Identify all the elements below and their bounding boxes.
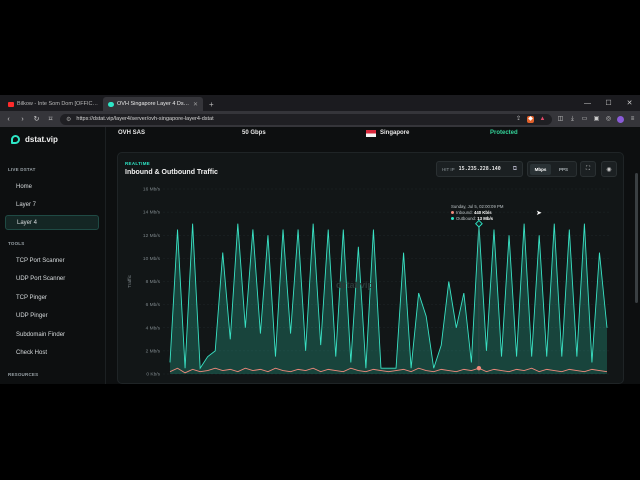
site-logo[interactable]: dstat.vip: [11, 135, 58, 144]
close-window-icon[interactable]: ✕: [619, 95, 640, 111]
toggle-pps[interactable]: PPS: [553, 164, 574, 175]
url-field[interactable]: ⚙ https://dstat.vip/layer4/server/ovh-si…: [60, 113, 552, 125]
url-text: https://dstat.vip/layer4/server/ovh-sing…: [76, 116, 214, 122]
share-icon[interactable]: ⇪: [515, 116, 522, 123]
sidebar-item-layer7[interactable]: Layer 7: [5, 197, 99, 212]
status-badge: Protected: [490, 130, 518, 136]
location-text: Singapore: [380, 130, 410, 136]
brave-shield-icon[interactable]: ◆: [527, 115, 534, 123]
outbound-area: [170, 223, 607, 374]
youtube-favicon-icon: [8, 101, 14, 107]
y-axis-label: Traffic: [127, 274, 133, 288]
toggle-mbps[interactable]: Mbps: [530, 163, 551, 175]
sidebar-item-subdomain-finder[interactable]: Subdomain Finder: [5, 327, 99, 342]
reload-icon[interactable]: ↻: [32, 115, 41, 123]
sidebar-item-udp-pinger[interactable]: UDP Pinger: [5, 308, 99, 323]
sidebar-item-check-host[interactable]: Check Host: [5, 345, 99, 360]
tab-youtube[interactable]: Bilkow - Inte Som Dom [OFFICIAL...: [3, 97, 103, 111]
sidebar-item-tcp-pinger[interactable]: TCP Pinger: [5, 290, 99, 305]
tooltip-inbound-label: Inbound:: [456, 210, 473, 215]
y-tick-label: 14 Mb/s: [143, 210, 161, 216]
tooltip-outbound-label: Outbound:: [456, 216, 477, 221]
hit-ip-value: 15.235.228.140: [458, 166, 501, 172]
tab-title: OVH Singapore Layer 4 Dstat Gr...: [117, 101, 190, 107]
wallet-icon[interactable]: ▣: [593, 116, 600, 123]
y-tick-label: 10 Mb/s: [143, 256, 161, 262]
inbound-dot-icon: [451, 211, 454, 214]
y-tick-label: 2 Mb/s: [146, 348, 161, 354]
y-tick-label: 6 Mb/s: [146, 302, 161, 308]
dstat-favicon-icon: [108, 101, 114, 107]
extension-icon[interactable]: ◫: [557, 116, 564, 123]
realtime-label: REALTIME: [125, 161, 151, 166]
section-live-dstat: LIVE DSTAT: [8, 167, 36, 172]
server-info: OVH SAS 50 Gbps Singapore Protected: [118, 127, 628, 139]
dstat-logo-icon: [11, 135, 20, 144]
unit-toggle: Mbps PPS: [527, 161, 577, 177]
chart-watermark: dstat.vip: [336, 280, 374, 290]
menu-icon[interactable]: ≡: [629, 116, 636, 123]
provider: OVH SAS: [118, 130, 146, 136]
back-icon[interactable]: ‹: [4, 116, 13, 123]
sidebar: dstat.vip LIVE DSTAT Home Layer 7 Layer …: [0, 127, 106, 384]
tooltip-outbound: Outbound: 13 Mb/s: [451, 216, 503, 222]
y-tick-label: 8 Mb/s: [146, 279, 161, 285]
tooltip-outbound-value: 13 Mb/s: [477, 216, 494, 221]
section-resources: RESOURCES: [8, 372, 39, 377]
sidebar-item-home[interactable]: Home: [5, 179, 99, 194]
hit-ip-box: HIT IP 15.235.228.140 ⧉: [436, 161, 523, 177]
sidebar-item-layer4[interactable]: Layer 4: [5, 215, 99, 230]
download-icon[interactable]: ⤓: [569, 116, 576, 123]
inbound-hover-marker: [476, 366, 482, 371]
main-content: OVH SAS 50 Gbps Singapore Protected REAL…: [106, 127, 640, 384]
tooltip-inbound-value: 440 Kb/s: [473, 210, 492, 215]
hit-ip-label: HIT IP: [442, 166, 455, 172]
y-tick-label: 16 Mb/s: [143, 187, 161, 193]
window-controls: — ☐ ✕: [577, 95, 640, 111]
y-tick-label: 12 Mb/s: [143, 233, 161, 239]
sidebar-item-udp-port-scanner[interactable]: UDP Port Scanner: [5, 271, 99, 286]
singapore-flag-icon: [366, 129, 376, 137]
outbound-dot-icon: [451, 217, 454, 220]
brave-rewards-icon[interactable]: ▲: [539, 116, 546, 123]
close-tab-icon[interactable]: ✕: [193, 101, 198, 108]
fullscreen-icon: ⛶: [585, 165, 591, 172]
leo-icon[interactable]: [617, 115, 624, 123]
sidebar-item-tcp-port-scanner[interactable]: TCP Port Scanner: [5, 253, 99, 268]
traffic-card: REALTIME Inbound & Outbound Traffic HIT …: [117, 152, 624, 384]
tab-bar: Bilkow - Inte Som Dom [OFFICIAL... OVH S…: [0, 95, 640, 111]
page-scrollbar[interactable]: [635, 173, 638, 303]
mouse-cursor-icon: ➤: [536, 210, 542, 217]
sidebar-toggle-icon[interactable]: ▭: [581, 116, 588, 123]
section-tools: TOOLS: [8, 241, 25, 246]
logo-text: dstat.vip: [25, 135, 58, 144]
copy-icon[interactable]: ⧉: [513, 166, 517, 173]
dstat-site: dstat.vip LIVE DSTAT Home Layer 7 Layer …: [0, 127, 640, 384]
y-tick-label: 4 Mb/s: [146, 325, 161, 331]
site-info-icon[interactable]: ⚙: [66, 116, 71, 123]
screenshot-button[interactable]: ◉: [601, 161, 617, 177]
address-bar: ‹ › ↻ ⌑ ⚙ https://dstat.vip/layer4/serve…: [0, 111, 640, 127]
tab-title: Bilkow - Inte Som Dom [OFFICIAL...: [17, 101, 98, 107]
maximize-icon[interactable]: ☐: [598, 95, 619, 111]
browser-window: Bilkow - Inte Som Dom [OFFICIAL... OVH S…: [0, 95, 640, 384]
tab-dstat[interactable]: OVH Singapore Layer 4 Dstat Gr... ✕: [103, 97, 203, 111]
chart-tooltip: Sunday, Jul 5, 02:00:09 PM Inbound: 440 …: [451, 204, 503, 222]
fullscreen-button[interactable]: ⛶: [580, 161, 596, 177]
minimize-icon[interactable]: —: [577, 95, 598, 111]
vpn-icon[interactable]: ◎: [605, 116, 612, 123]
chart-title: Inbound & Outbound Traffic: [125, 169, 218, 176]
bookmark-icon[interactable]: ⌑: [46, 115, 55, 123]
forward-icon[interactable]: ›: [18, 116, 27, 123]
new-tab-button[interactable]: +: [203, 97, 220, 111]
location: Singapore: [366, 129, 490, 137]
camera-icon: ◉: [606, 166, 612, 173]
capacity: 50 Gbps: [242, 130, 266, 136]
y-tick-label: 0 Kb/s: [146, 372, 160, 378]
